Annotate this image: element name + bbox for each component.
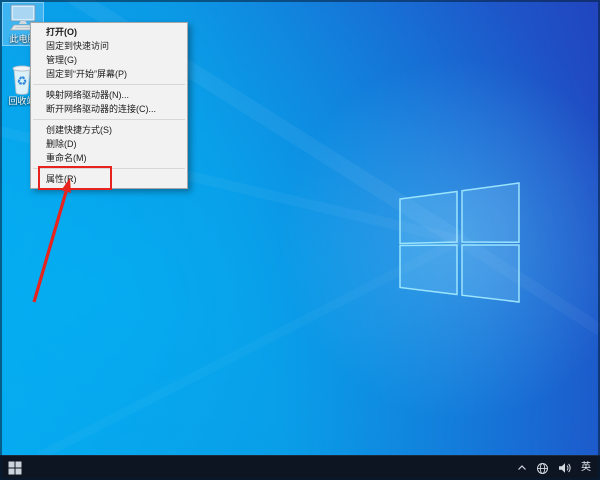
menu-item-delete[interactable]: 删除(D) xyxy=(31,137,187,151)
windows-desktop-screen: 此电脑 ♻ 回收站 打开(O) 固定到快速访问 管理(G) 固定到“开始”屏幕(… xyxy=(0,0,600,480)
menu-separator xyxy=(33,84,185,85)
windows-start-icon xyxy=(8,461,22,475)
start-button[interactable] xyxy=(0,456,30,480)
menu-separator xyxy=(33,168,185,169)
menu-item-manage[interactable]: 管理(G) xyxy=(31,53,187,67)
network-button[interactable] xyxy=(533,456,552,480)
menu-separator xyxy=(33,119,185,120)
menu-item-disconnect-network-drive[interactable]: 断开网络驱动器的连接(C)... xyxy=(31,102,187,116)
menu-item-properties[interactable]: 属性(R) xyxy=(31,172,187,186)
ime-language-label: 英 xyxy=(581,462,591,473)
speaker-icon xyxy=(559,463,571,473)
menu-item-map-network-drive[interactable]: 映射网络驱动器(N)... xyxy=(31,88,187,102)
chevron-up-icon xyxy=(518,465,526,470)
hidden-icons-button[interactable] xyxy=(514,456,530,480)
menu-item-open[interactable]: 打开(O) xyxy=(31,25,187,39)
menu-item-pin-to-quick-access[interactable]: 固定到快速访问 xyxy=(31,39,187,53)
svg-text:♻: ♻ xyxy=(17,74,28,88)
system-tray: 英 xyxy=(514,456,600,480)
ime-indicator[interactable]: 英 xyxy=(578,456,594,480)
menu-item-pin-to-start[interactable]: 固定到“开始”屏幕(P) xyxy=(31,67,187,81)
menu-item-rename[interactable]: 重命名(M) xyxy=(31,151,187,165)
volume-button[interactable] xyxy=(555,456,575,480)
taskbar: 英 xyxy=(0,455,600,480)
globe-network-icon xyxy=(537,462,548,474)
menu-item-create-shortcut[interactable]: 创建快捷方式(S) xyxy=(31,123,187,137)
context-menu: 打开(O) 固定到快速访问 管理(G) 固定到“开始”屏幕(P) 映射网络驱动器… xyxy=(30,22,188,189)
